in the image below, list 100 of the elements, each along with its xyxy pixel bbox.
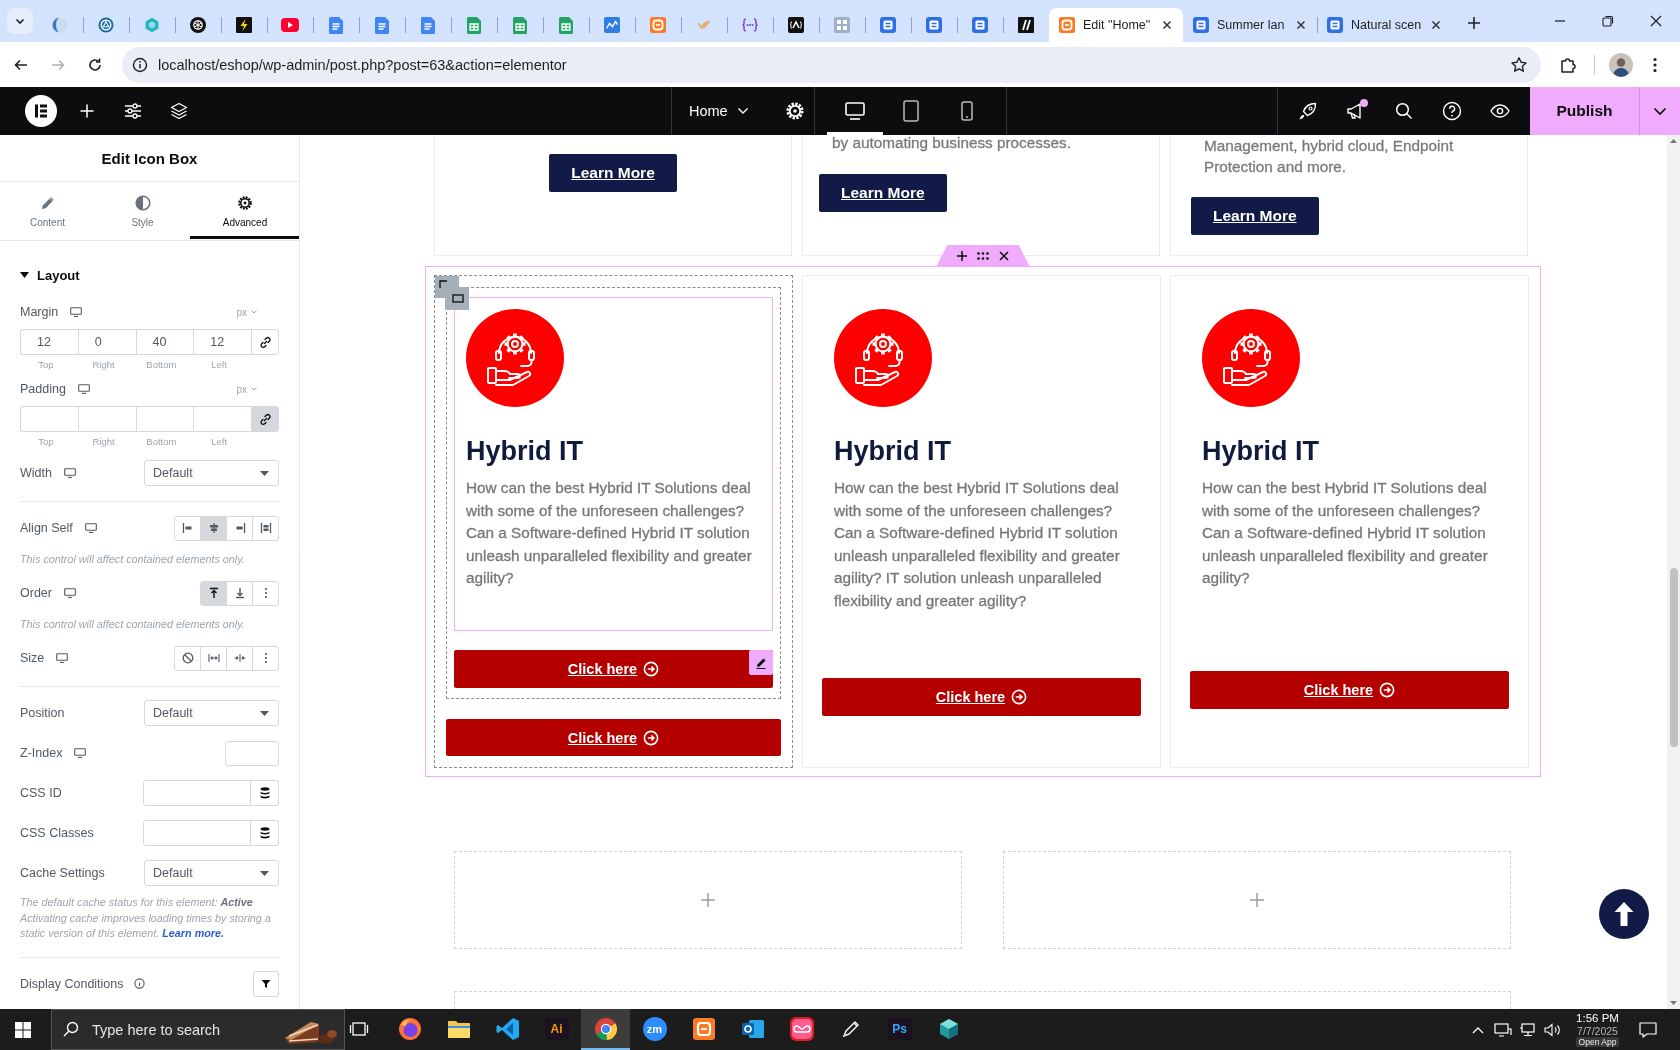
scrollbar-thumb[interactable]: [1670, 568, 1678, 747]
half-circle-icon: [52, 17, 68, 33]
control-label: Position: [20, 706, 65, 720]
star-icon[interactable]: [1510, 55, 1528, 74]
close-icon[interactable]: [1294, 18, 1308, 32]
desktop-icon: [845, 102, 865, 120]
scroll-to-top-button[interactable]: [1599, 889, 1649, 939]
click-here-button[interactable]: Click here: [454, 650, 773, 688]
close-icon[interactable]: [1160, 18, 1174, 32]
puzzle-icon: [1559, 55, 1577, 74]
learn-more-button[interactable]: Learn More: [819, 174, 947, 212]
tablet-icon: [903, 100, 919, 122]
slash-tile-icon: [1018, 17, 1034, 33]
ring-icon: [98, 17, 114, 33]
database-icon: [259, 827, 270, 839]
number-field[interactable]: 40: [135, 329, 194, 355]
section-toggle[interactable]: Layout: [20, 265, 80, 285]
eye-icon: [1490, 104, 1510, 118]
browser-tab[interactable]: Summer lan: [1183, 8, 1317, 42]
click-here-button[interactable]: Click here: [1190, 671, 1509, 709]
dynamic-tags-button[interactable]: [251, 780, 279, 806]
learn-more-button[interactable]: Learn More: [1191, 197, 1319, 235]
option-button[interactable]: [174, 515, 201, 541]
task-view-icon: [349, 1020, 369, 1037]
plug-monitor-icon: [1493, 1022, 1512, 1037]
mail-icon: [740, 1017, 765, 1040]
field-caption: Top: [37, 359, 55, 371]
card-text: Management, hybrid cloud, Endpoint Protection and more.: [1204, 136, 1454, 177]
select-field[interactable]: Default: [144, 860, 279, 886]
column-handle-icon[interactable]: [435, 276, 469, 310]
caret-down-icon: [260, 470, 269, 476]
address-bar[interactable]: localhost/eshop/wp-admin/post.php?post=63&action=elementor: [122, 46, 1541, 83]
pencil-icon[interactable]: [749, 650, 773, 675]
card-description: How can the best Hybrid IT Solutions deal with some of the unforeseen challenges? Can a Software-defined Hybrid IT solution unleash unparalleled flexibility and greater agility? IT solution unleash unparalleled flexibility and greater agility?: [834, 478, 1121, 611]
option-button[interactable]: [200, 515, 227, 541]
plus-icon: [700, 892, 716, 908]
more-icon: [263, 652, 268, 664]
plus-icon: [1467, 16, 1481, 30]
page-settings-button[interactable]: [785, 101, 805, 121]
option-button[interactable]: [174, 645, 201, 671]
control-label: Margin: [20, 305, 59, 319]
search-field[interactable]: Type here to search: [51, 1009, 345, 1050]
database-icon: [259, 787, 270, 799]
document-icon: [329, 16, 343, 34]
taskbar-app-button[interactable]: Ai: [532, 1009, 581, 1050]
publish-button[interactable]: Publish: [1530, 87, 1639, 135]
browser-tab[interactable]: Natural scen: [1317, 8, 1451, 42]
drag-handle-icon[interactable]: [977, 252, 989, 260]
dynamic-tags-button[interactable]: [251, 820, 279, 846]
number-field[interactable]: [20, 406, 78, 432]
text-field[interactable]: [143, 780, 251, 806]
option-button[interactable]: [252, 515, 279, 541]
arrow-to-top-icon: [207, 587, 220, 599]
panel-tab[interactable]: Content: [0, 182, 95, 239]
spreadsheet-icon: [559, 16, 573, 34]
text-field[interactable]: [143, 820, 251, 846]
info-icon: [132, 56, 148, 73]
taskbar-app-button[interactable]: Ps: [875, 1009, 924, 1050]
number-field[interactable]: 12: [20, 329, 78, 355]
browser-tab[interactable]: Edit "Home": [1049, 8, 1183, 42]
chart-tile-icon: [604, 17, 620, 33]
restore-icon: [1602, 15, 1614, 27]
option-button[interactable]: [226, 515, 253, 541]
chevron-down-icon: [736, 107, 749, 115]
panel-tab[interactable]: Style: [95, 182, 190, 239]
round-badge-icon: zm: [642, 1016, 667, 1041]
number-field[interactable]: 0: [77, 329, 136, 355]
lightning-icon: [236, 17, 252, 33]
plus-icon[interactable]: [957, 251, 967, 261]
number-field[interactable]: [135, 406, 194, 432]
caret-down-icon: [20, 272, 29, 278]
select-field[interactable]: Default: [144, 700, 279, 726]
align-center-icon: [207, 522, 220, 534]
page-selector[interactable]: Home: [689, 96, 749, 126]
clock[interactable]: 1:56 PM 7/7/2025 Open App: [1565, 1009, 1630, 1050]
conditions-button[interactable]: [253, 970, 279, 997]
field-caption: Right: [91, 359, 116, 371]
click-here-button[interactable]: Click here: [446, 719, 781, 756]
scrollbar[interactable]: [1667, 135, 1680, 1009]
number-field[interactable]: [77, 406, 136, 432]
more-icon: [1653, 56, 1657, 73]
grow-icon: [207, 652, 220, 664]
tab-search-button[interactable]: [7, 8, 33, 34]
learn-more-link[interactable]: Learn more.: [162, 927, 225, 939]
close-icon[interactable]: [999, 251, 1009, 261]
form-icon: [1327, 17, 1343, 33]
arrow-up-icon: [1613, 901, 1635, 927]
frame-logo-icon: [692, 1017, 715, 1040]
card-description: How can the best Hybrid IT Solutions deal with some of the unforeseen challenges? Can a Software-defined Hybrid IT solution unleash unparalleled flexibility and greater agility?: [466, 478, 753, 588]
pencil-icon: [39, 195, 56, 211]
click-here-button[interactable]: Click here: [822, 678, 1141, 716]
link-values-button[interactable]: [251, 329, 279, 355]
select-field[interactable]: Default: [144, 460, 279, 486]
taskbar-app-button[interactable]: [581, 1009, 630, 1050]
link-values-button[interactable]: [251, 406, 279, 432]
learn-more-button[interactable]: Learn More: [549, 154, 677, 192]
option-button[interactable]: [200, 580, 227, 606]
number-field[interactable]: [225, 740, 279, 766]
layers-icon: [170, 102, 188, 120]
card-title: Hybrid IT: [1202, 435, 1320, 467]
